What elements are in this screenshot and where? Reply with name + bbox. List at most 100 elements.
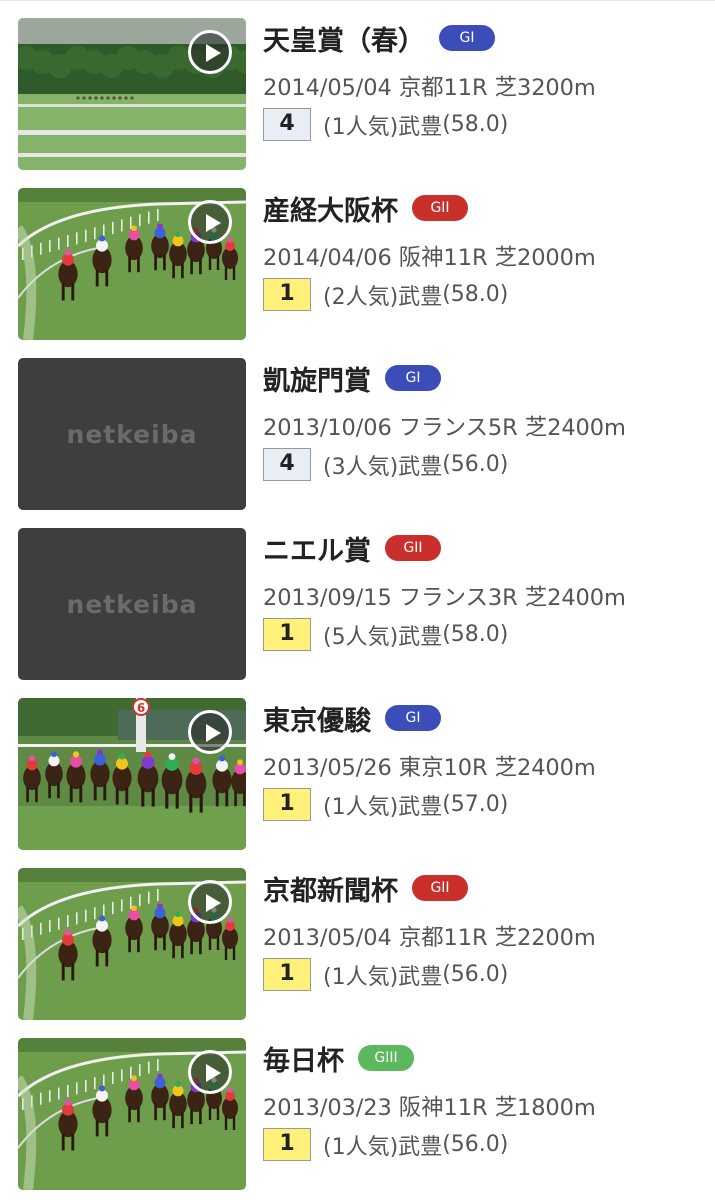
popularity: (1人気) (323, 794, 399, 820)
popularity: (3人気) (323, 454, 399, 480)
popularity: (5人気) (323, 624, 399, 650)
race-title-line: 天皇賞（春） GI (263, 18, 703, 58)
race-venue-race: フランス3R (398, 585, 518, 611)
race-item[interactable]: 毎日杯 GIII 2013/03/23 阪神11R 芝1800m 1 (1人気) 武豊(… (0, 1020, 715, 1190)
grade-badge: GI (385, 705, 441, 731)
race-course: 芝2400m (524, 585, 626, 611)
race-result: 4 (1人気) 武豊 (58.0) (263, 108, 703, 141)
play-icon[interactable] (188, 880, 232, 924)
race-venue-race: 京都11R (398, 925, 488, 951)
race-name-link[interactable]: 毎日杯 (263, 1039, 344, 1078)
finish-position-badge: 4 (263, 448, 311, 481)
race-name-link[interactable]: ニエル賞 (263, 529, 371, 568)
popularity: (1人気) (323, 114, 399, 140)
jockey-name: 武豊 (398, 794, 443, 820)
carried-weight: (58.0) (442, 282, 509, 307)
carried-weight: (57.0) (442, 792, 509, 817)
race-course: 芝2200m (494, 925, 596, 951)
grade-badge: GII (412, 875, 468, 901)
race-meta: 2013/05/26 東京10R 芝2400m (263, 750, 703, 782)
race-result: 1 (1人気) 武豊 (56.0) (263, 1128, 703, 1161)
race-item[interactable]: netkeiba 凱旋門賞 GI 2013/10/06 フランス5R 芝2400m 4 (… (0, 340, 715, 510)
race-name-link[interactable]: 天皇賞（春） (263, 19, 425, 58)
finish-position-badge: 1 (263, 1128, 311, 1161)
finish-position-badge: 1 (263, 618, 311, 651)
race-meta: 2014/05/04 京都11R 芝3200m (263, 70, 703, 102)
race-meta: 2014/04/06 阪神11R 芝2000m (263, 240, 703, 272)
race-title-line: 東京優駿 GI (263, 698, 703, 738)
jockey-name: 武豊 (398, 964, 443, 990)
play-icon[interactable] (188, 710, 232, 754)
carried-weight: (56.0) (442, 452, 509, 477)
race-info: 凱旋門賞 GI 2013/10/06 フランス5R 芝2400m 4 (3人気) 武豊(… (263, 358, 703, 481)
race-date: 2013/05/26 (263, 755, 392, 781)
pole-number: 6 (137, 701, 145, 715)
jockey-name: 武豊 (398, 454, 443, 480)
race-title-line: 凱旋門賞 GI (263, 358, 703, 398)
race-result: 1 (1人気) 武豊 (57.0) (263, 788, 703, 821)
race-meta: 2013/05/04 京都11R 芝2200m (263, 920, 703, 952)
popularity: (2人気) (323, 284, 399, 310)
popularity: (1人気) (323, 964, 399, 990)
grade-badge: GII (385, 535, 441, 561)
race-name-link[interactable]: 東京優駿 (263, 699, 371, 738)
race-thumbnail-placeholder[interactable]: netkeiba (18, 358, 246, 510)
race-title-line: ニエル賞 GII (263, 528, 703, 568)
jockey-name: 武豊 (398, 114, 443, 140)
race-info: 天皇賞（春） GI 2014/05/04 京都11R 芝3200m 4 (1人気) 武豊… (263, 18, 703, 141)
race-date: 2013/10/06 (263, 415, 392, 441)
race-video-thumbnail[interactable] (18, 868, 246, 1020)
race-course: 芝2000m (494, 245, 596, 271)
race-date: 2013/05/04 (263, 925, 392, 951)
race-meta: 2013/10/06 フランス5R 芝2400m (263, 410, 703, 442)
play-icon[interactable] (188, 30, 232, 74)
race-name-link[interactable]: 凱旋門賞 (263, 359, 371, 398)
carried-weight: (58.0) (442, 112, 509, 137)
finish-position-badge: 1 (263, 278, 311, 311)
race-title-line: 産経大阪杯 GII (263, 188, 703, 228)
race-course: 芝3200m (494, 75, 596, 101)
play-icon[interactable] (188, 1050, 232, 1094)
race-course: 芝2400m (524, 415, 626, 441)
race-item[interactable]: 産経大阪杯 GII 2014/04/06 阪神11R 芝2000m 1 (2人気) 武豊… (0, 170, 715, 340)
race-name-link[interactable]: 京都新聞杯 (263, 869, 398, 908)
race-video-thumbnail[interactable] (18, 1038, 246, 1190)
netkeiba-logo: netkeiba (66, 419, 198, 449)
race-meta: 2013/09/15 フランス3R 芝2400m (263, 580, 703, 612)
play-icon[interactable] (188, 200, 232, 244)
race-video-thumbnail[interactable] (18, 188, 246, 340)
netkeiba-logo: netkeiba (66, 589, 198, 619)
race-meta: 2013/03/23 阪神11R 芝1800m (263, 1090, 703, 1122)
race-info: 京都新聞杯 GII 2013/05/04 京都11R 芝2200m 1 (1人気) 武豊… (263, 868, 703, 991)
grade-badge: GIII (358, 1045, 414, 1071)
jockey-name: 武豊 (398, 1134, 443, 1160)
race-info: 産経大阪杯 GII 2014/04/06 阪神11R 芝2000m 1 (2人気) 武豊… (263, 188, 703, 311)
race-video-thumbnail[interactable]: 6 (18, 698, 246, 850)
grade-badge: GI (439, 25, 495, 51)
popularity: (1人気) (323, 1134, 399, 1160)
race-result: 4 (3人気) 武豊 (56.0) (263, 448, 703, 481)
race-item[interactable]: 京都新聞杯 GII 2013/05/04 京都11R 芝2200m 1 (1人気) 武豊… (0, 850, 715, 1020)
race-thumbnail-placeholder[interactable]: netkeiba (18, 528, 246, 680)
jockey-name: 武豊 (398, 624, 443, 650)
finish-position-badge: 1 (263, 958, 311, 991)
race-item[interactable]: 天皇賞（春） GI 2014/05/04 京都11R 芝3200m 4 (1人気) 武豊… (0, 0, 715, 170)
race-video-thumbnail[interactable] (18, 18, 246, 170)
race-name-link[interactable]: 産経大阪杯 (263, 189, 398, 228)
race-venue-race: 東京10R (398, 755, 488, 781)
race-result: 1 (1人気) 武豊 (56.0) (263, 958, 703, 991)
grade-badge: GI (385, 365, 441, 391)
finish-position-badge: 1 (263, 788, 311, 821)
race-title-line: 毎日杯 GIII (263, 1038, 703, 1078)
race-item[interactable]: 6 東京優駿 GI 2013/05/26 東京10R 芝2400m 1 (1人気) 武豊(… (0, 680, 715, 850)
race-item[interactable]: netkeiba ニエル賞 GII 2013/09/15 フランス3R 芝2400m 1… (0, 510, 715, 680)
grade-badge: GII (412, 195, 468, 221)
race-info: 東京優駿 GI 2013/05/26 東京10R 芝2400m 1 (1人気) 武豊 (5… (263, 698, 703, 821)
race-title-line: 京都新聞杯 GII (263, 868, 703, 908)
race-venue-race: 阪神11R (398, 245, 488, 271)
race-result: 1 (5人気) 武豊 (58.0) (263, 618, 703, 651)
carried-weight: (56.0) (442, 962, 509, 987)
finish-position-badge: 4 (263, 108, 311, 141)
race-course: 芝2400m (494, 755, 596, 781)
race-date: 2014/05/04 (263, 75, 392, 101)
